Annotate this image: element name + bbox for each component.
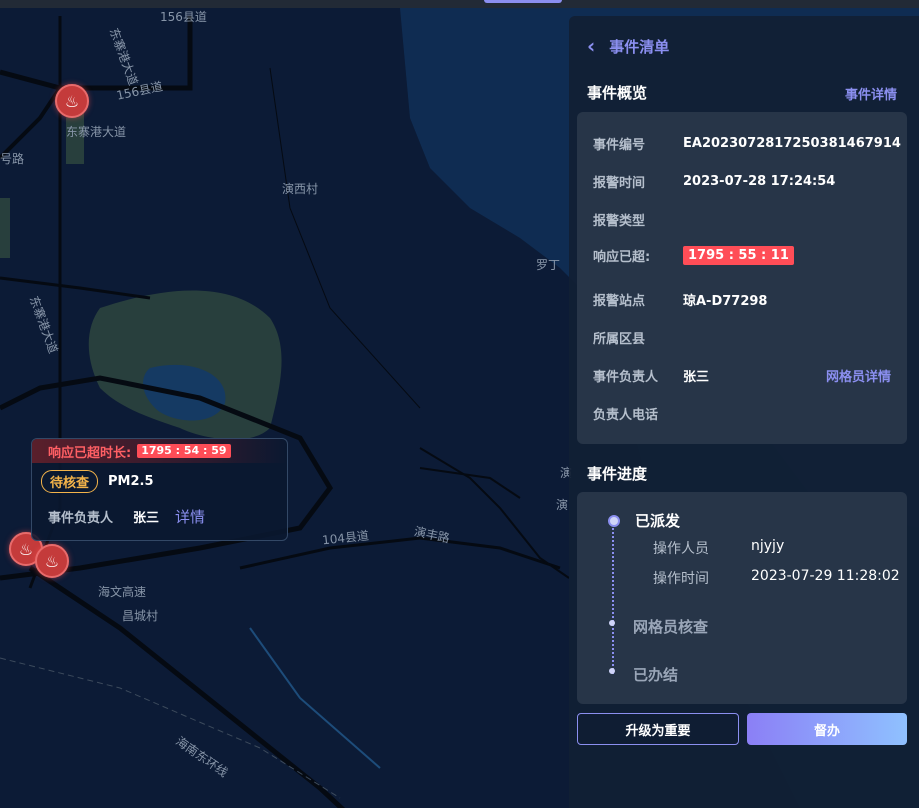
station-label: 报警站点 <box>593 294 646 309</box>
info-row-alarm-time: 报警时间 2023-07-28 17:24:54 <box>593 172 835 191</box>
op-time-label: 操作时间 <box>653 571 709 587</box>
alarm-marker-icon[interactable]: ♨ <box>55 84 89 118</box>
event-popup: 响应已超时长: 1795 : 54 : 59 待核查 PM2.5 事件负责人 张… <box>31 438 288 541</box>
popup-details-link[interactable]: 详情 <box>175 506 205 527</box>
response-timer: 1795 : 55 : 11 <box>683 246 794 265</box>
county-label: 所属区县 <box>593 332 646 347</box>
phone-label: 负责人电话 <box>593 408 659 423</box>
info-row-event-no: 事件编号 EA2023072817250381467914 <box>593 134 901 153</box>
map-label: 演 <box>556 498 569 512</box>
event-no-value: EA2023072817250381467914 <box>683 136 901 151</box>
owner-label: 事件负责人 <box>48 511 114 526</box>
pollutant-label: PM2.5 <box>108 474 154 489</box>
operator-label: 操作人员 <box>653 541 709 557</box>
map-label: 海文高速 <box>98 585 147 599</box>
alarm-marker-icon[interactable]: ♨ <box>35 544 69 578</box>
step-dispatched: 已派发 <box>635 512 681 530</box>
event-details-link[interactable]: 事件详情 <box>845 84 897 103</box>
progress-title: 事件进度 <box>587 465 648 483</box>
overview-card: 事件编号 EA2023072817250381467914 报警时间 2023-… <box>577 112 907 444</box>
alarm-time-value: 2023-07-28 17:24:54 <box>683 174 836 189</box>
map-label: 演西村 <box>282 182 319 196</box>
supervise-button[interactable]: 督办 <box>747 713 907 745</box>
info-row-response: 响应已超: 1795 : 55 : 11 <box>593 246 794 265</box>
info-row-phone: 负责人电话 <box>593 404 683 423</box>
grid-member-details-link[interactable]: 网格员详情 <box>826 366 891 385</box>
popup-timer: 1795 : 54 : 59 <box>137 444 231 458</box>
status-badge: 待核查 <box>41 470 99 493</box>
popup-header-label: 响应已超时长: <box>48 445 132 461</box>
progress-card: 已派发 操作人员 njyjy 操作时间 2023-07-29 11:28:02 … <box>577 492 907 704</box>
chevron-left-icon[interactable]: ‹ <box>587 34 595 58</box>
op-time-value: 2023-07-29 11:28:02 <box>751 568 900 584</box>
event-panel: ‹ 事件清单 事件概览 事件详情 事件编号 EA2023072817250381… <box>569 16 919 808</box>
station-value: 琼A-D77298 <box>683 294 768 309</box>
op-time-row: 操作时间 2023-07-29 11:28:02 <box>653 568 900 588</box>
timeline-line <box>612 524 614 674</box>
info-row-station: 报警站点 琼A-D77298 <box>593 290 767 309</box>
info-row-owner: 事件负责人 张三 <box>593 366 709 385</box>
timeline-dot-active <box>608 515 620 527</box>
owner-label: 事件负责人 <box>593 370 659 385</box>
map-label: 罗丁 <box>536 258 561 272</box>
panel-title: 事件清单 <box>609 37 670 56</box>
step-closed: 已办结 <box>633 666 679 684</box>
map-label: 昌城村 <box>122 609 159 623</box>
timeline-dot <box>609 620 615 626</box>
owner-value: 张三 <box>133 511 160 526</box>
popup-header: 响应已超时长: 1795 : 54 : 59 <box>32 439 287 463</box>
alarm-time-label: 报警时间 <box>593 176 646 191</box>
info-row-alarm-type: 报警类型 <box>593 210 683 229</box>
map-label: 156县道 <box>160 10 207 24</box>
panel-header[interactable]: ‹ 事件清单 <box>587 34 669 58</box>
escalate-button[interactable]: 升级为重要 <box>577 713 739 745</box>
map-label: 东寨港大道 <box>66 125 127 139</box>
step-grid-check: 网格员核查 <box>633 618 709 636</box>
operator-value: njyjy <box>751 538 785 554</box>
alarm-type-label: 报警类型 <box>593 214 646 229</box>
overview-title: 事件概览 <box>587 84 648 102</box>
owner-value: 张三 <box>683 370 710 385</box>
timeline-dot <box>609 668 615 674</box>
event-no-label: 事件编号 <box>593 138 646 153</box>
top-bar <box>0 0 919 8</box>
operator-row: 操作人员 njyjy <box>653 538 784 558</box>
info-row-county: 所属区县 <box>593 328 683 347</box>
response-label: 响应已超: <box>593 250 651 265</box>
top-tab-indicator[interactable] <box>484 0 562 3</box>
map-label: 号路 <box>0 152 25 166</box>
